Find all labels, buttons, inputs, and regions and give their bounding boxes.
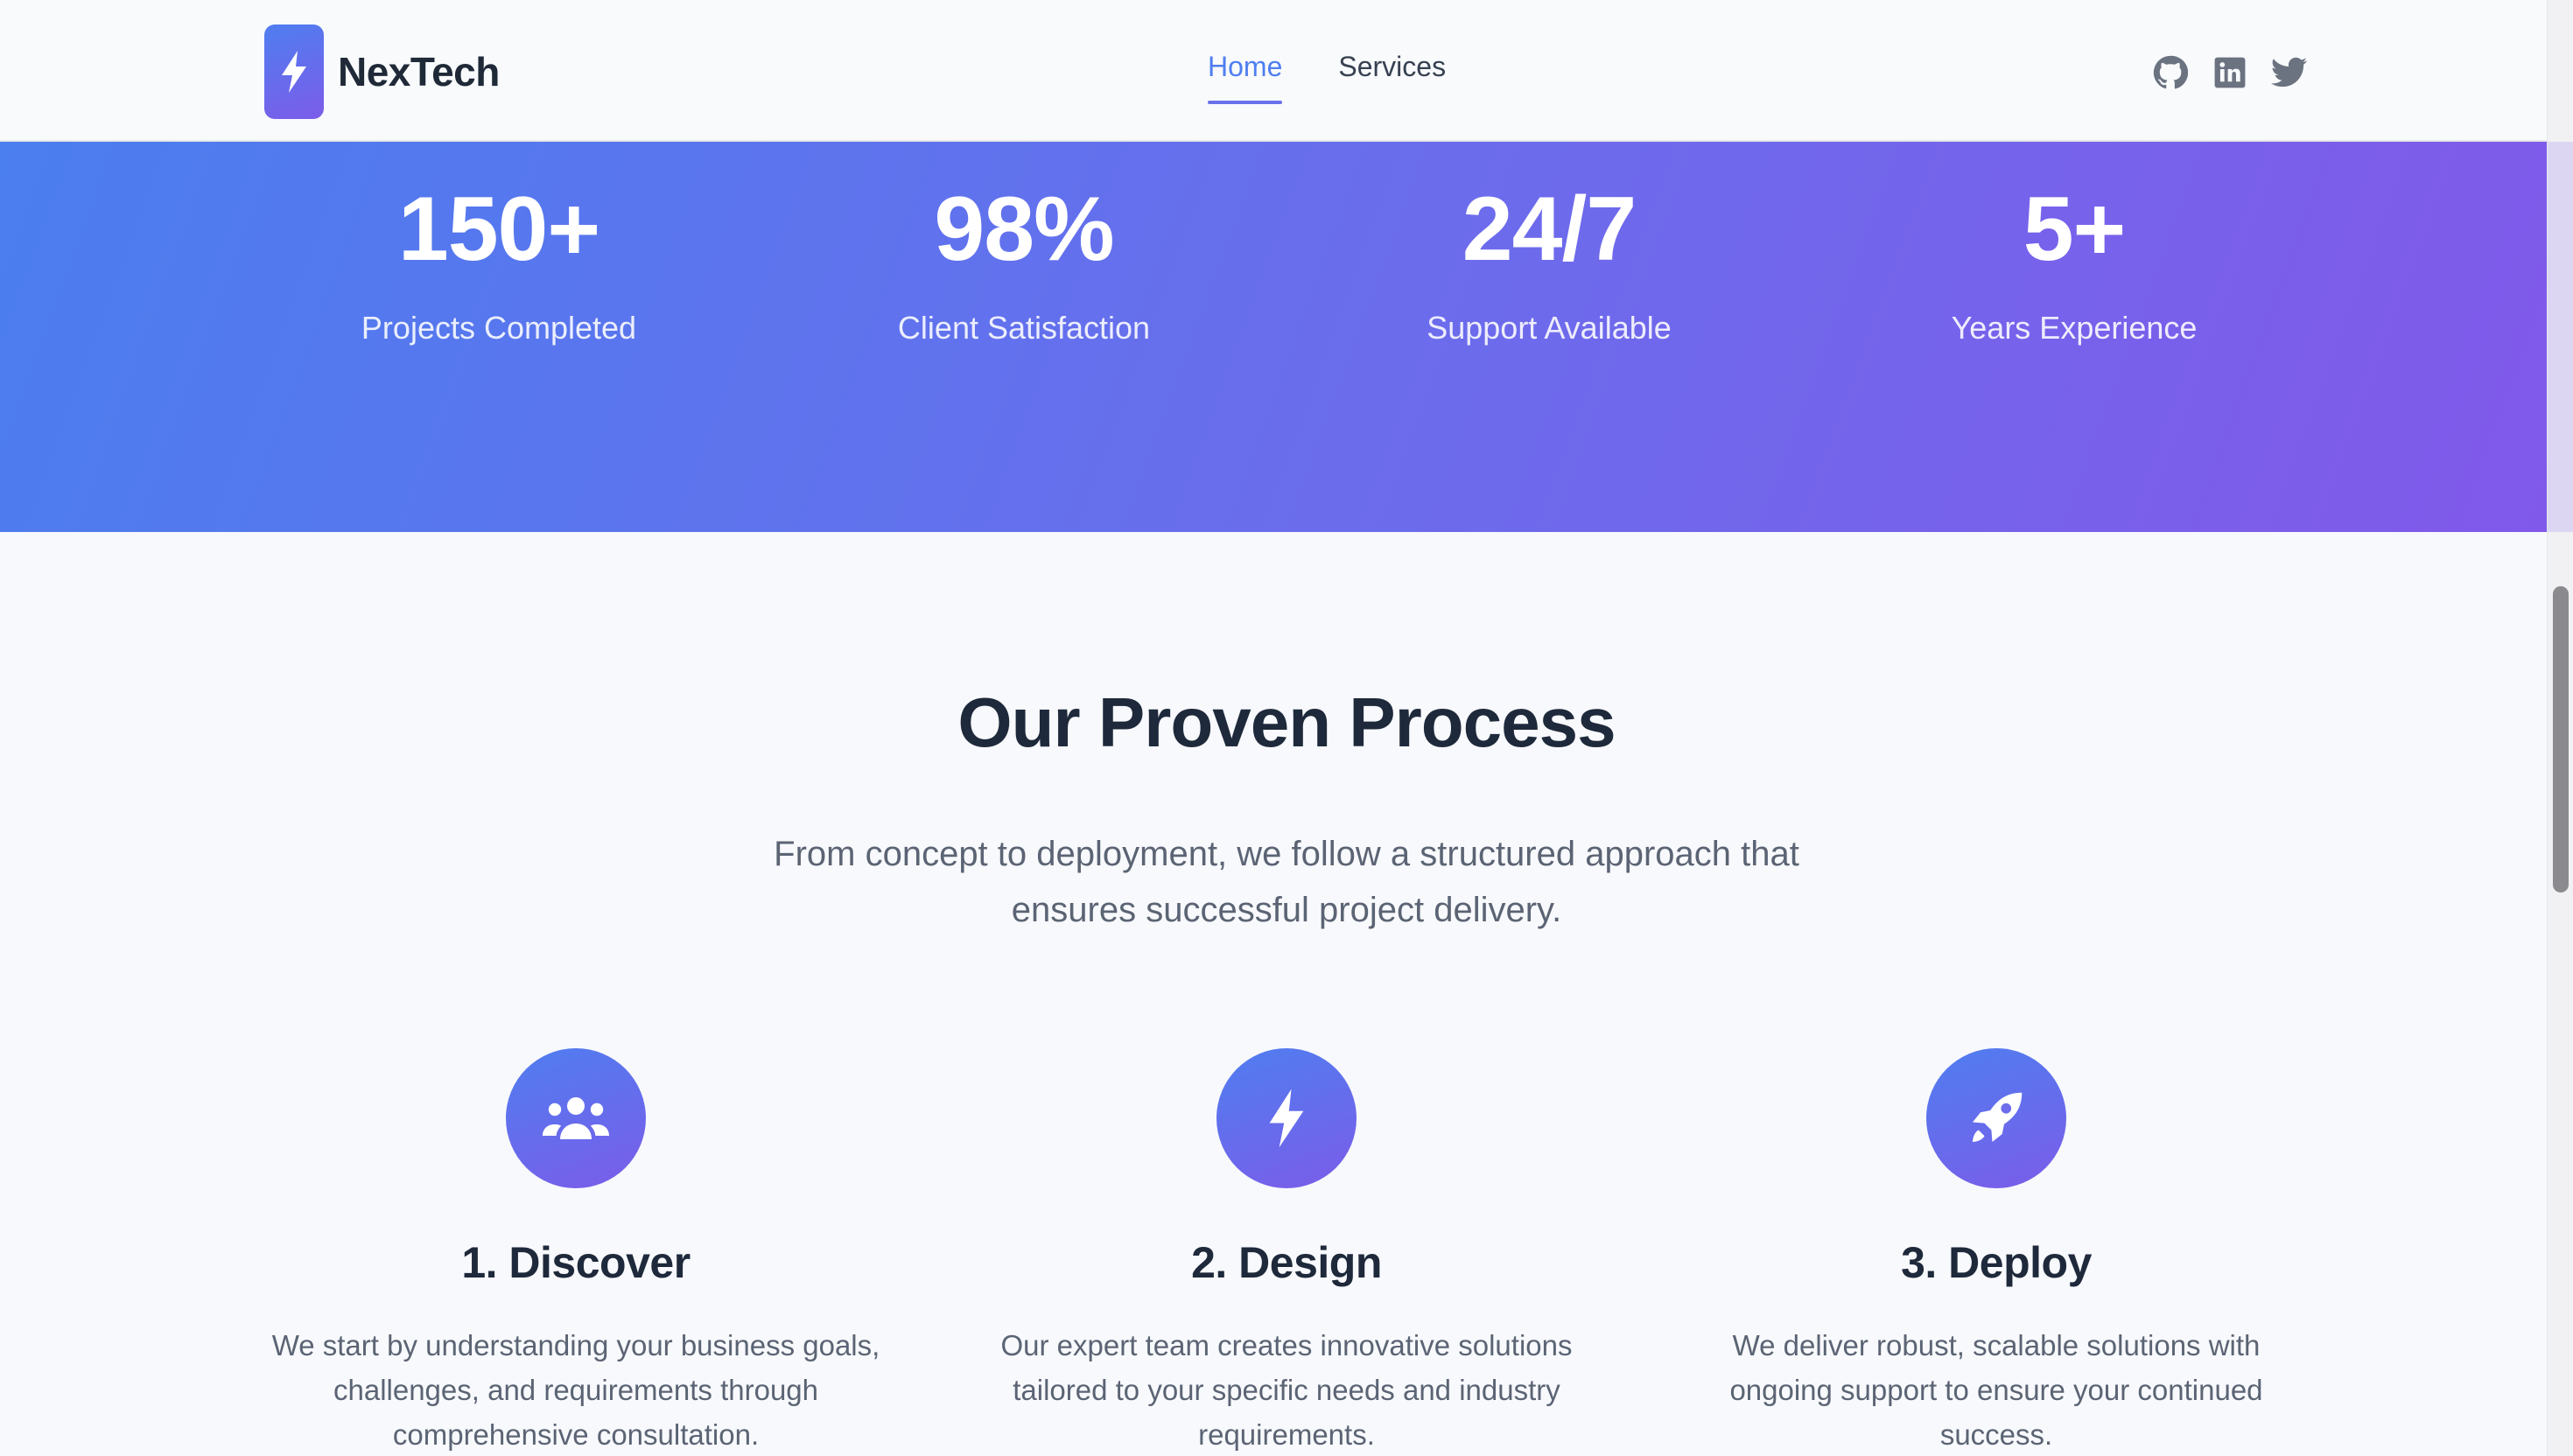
process-step-discover: 1. Discover We start by understanding yo… xyxy=(243,1048,908,1456)
brand-name: NexTech xyxy=(338,49,500,94)
users-icon xyxy=(506,1048,646,1188)
stats-section: 150+ Projects Completed 98% Client Satis… xyxy=(0,142,2547,532)
scrollbar-thumb[interactable] xyxy=(2553,586,2569,892)
process-title: Our Proven Process xyxy=(957,683,1616,761)
page: NexTech Home Services 150+ Projects Comp… xyxy=(0,0,2573,1456)
stat-projects: 150+ Projects Completed xyxy=(236,184,761,346)
process-step-deploy: 3. Deploy We deliver robust, scalable so… xyxy=(1664,1048,2329,1456)
step-description: We deliver robust, scalable solutions wi… xyxy=(1729,1329,2263,1451)
main-nav: Home Services xyxy=(1208,51,1502,104)
brand-logo[interactable]: NexTech xyxy=(264,24,500,119)
nav-services[interactable]: Services xyxy=(1338,51,1446,104)
linkedin-icon[interactable] xyxy=(2211,53,2249,92)
stat-value: 24/7 xyxy=(1462,178,1637,280)
page-scrollbar[interactable] xyxy=(2547,0,2573,1456)
twitter-icon[interactable] xyxy=(2270,53,2309,92)
stat-label: Projects Completed xyxy=(361,310,637,346)
nav-home[interactable]: Home xyxy=(1208,51,1283,104)
process-subtitle: From concept to deployment, we follow a … xyxy=(774,835,1799,929)
stat-satisfaction: 98% Client Satisfaction xyxy=(761,184,1286,346)
step-description: We start by understanding your business … xyxy=(271,1329,880,1451)
stat-value: 98% xyxy=(934,178,1114,280)
process-step-design: 2. Design Our expert team creates innova… xyxy=(954,1048,1619,1456)
stat-label: Years Experience xyxy=(1951,310,2198,346)
stat-label: Client Satisfaction xyxy=(897,310,1151,346)
rocket-icon xyxy=(1926,1048,2066,1188)
social-links xyxy=(2151,53,2330,92)
step-title: 3. Deploy xyxy=(1901,1238,2092,1287)
bolt-icon xyxy=(1216,1048,1357,1188)
step-description: Our expert team creates innovative solut… xyxy=(1000,1329,1573,1451)
bolt-icon xyxy=(264,24,324,119)
step-title: 1. Discover xyxy=(461,1238,691,1287)
stat-support: 24/7 Support Available xyxy=(1286,184,1812,346)
stat-value: 5+ xyxy=(2023,178,2127,280)
scrollbar-track-tint xyxy=(2548,142,2573,532)
stat-label: Support Available xyxy=(1427,310,1672,346)
stat-experience: 5+ Years Experience xyxy=(1812,184,2337,346)
site-header: NexTech Home Services xyxy=(0,0,2547,142)
github-icon[interactable] xyxy=(2151,53,2190,92)
step-title: 2. Design xyxy=(1191,1238,1382,1287)
stat-value: 150+ xyxy=(397,178,600,280)
